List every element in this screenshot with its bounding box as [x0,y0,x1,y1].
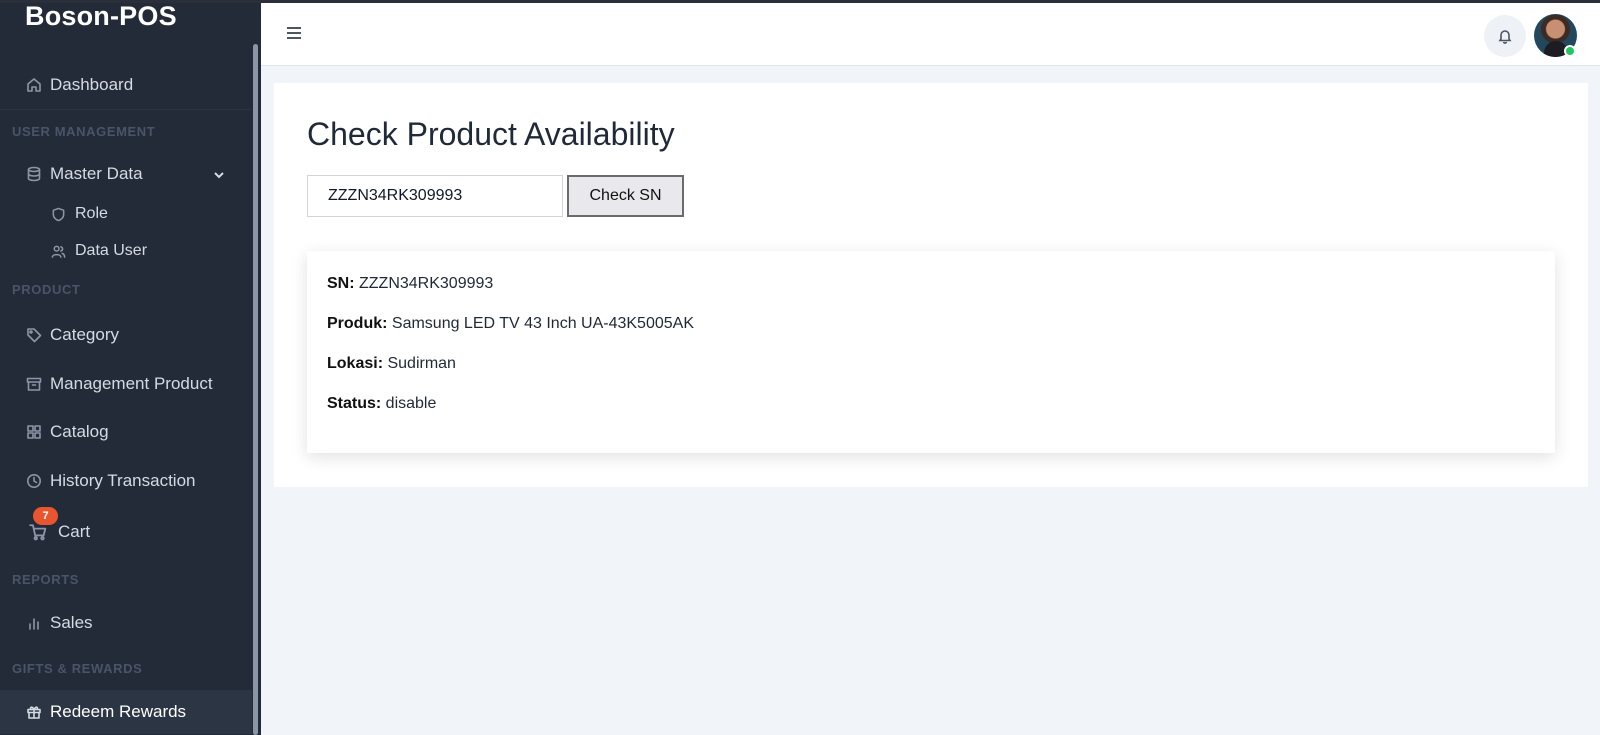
top-border [0,0,1600,3]
sidebar-item-catalog[interactable]: Catalog [0,410,252,454]
main-card: Check Product Availability Check SN SN: … [274,83,1588,487]
sidebar-item-label: Management Product [50,374,213,393]
gift-icon [25,704,42,721]
location-label: Lokasi: [327,355,388,372]
archive-icon [25,376,42,393]
sidebar-item-label: History Transaction [50,471,196,490]
sidebar-item-label: Master Data [50,164,143,183]
sidebar-item-management-product[interactable]: Management Product [0,362,252,406]
status-label: Status: [327,395,386,412]
result-card: SN: ZZZN34RK309993 Produk: Samsung LED T… [307,251,1555,453]
result-product-row: Produk: Samsung LED TV 43 Inch UA-43K500… [327,315,694,333]
menu-icon[interactable] [287,27,301,41]
shield-icon [50,206,67,223]
sidebar-item-master-data[interactable]: Master Data [0,152,252,196]
sidebar-item-redeem-rewards[interactable]: Redeem Rewards [0,690,252,734]
sn-input[interactable] [307,175,563,217]
sidebar-item-category[interactable]: Category [0,313,252,357]
sidebar-item-label: Redeem Rewards [50,702,187,721]
sidebar-item-history-transaction[interactable]: History Transaction [0,459,252,503]
product-value: Samsung LED TV 43 Inch UA-43K5005AK [391,315,694,332]
status-value: disable [385,395,437,412]
home-icon [25,77,42,94]
result-sn-row: SN: ZZZN34RK309993 [327,275,493,293]
check-sn-button[interactable]: Check SN [567,175,684,217]
users-icon [50,243,67,260]
page-title: Check Product Availability [307,116,675,152]
sidebar-item-label: Role [75,205,108,222]
divider [0,109,252,110]
cart-icon [25,524,51,541]
section-reports: REPORTS [12,572,80,587]
sn-value: ZZZN34RK309993 [359,275,494,292]
sidebar-item-label: Catalog [50,422,109,441]
section-user-management: USER MANAGEMENT [12,124,156,139]
database-icon [25,166,42,183]
top-header [261,3,1600,66]
sidebar-item-label: Data User [75,242,148,259]
chevron-down-icon[interactable] [212,167,226,181]
bell-icon [1497,28,1513,44]
product-label: Produk: [327,315,392,332]
section-gifts-rewards: GIFTS & REWARDS [12,661,143,676]
bar-chart-icon [25,615,42,632]
brand-logo[interactable]: Boson-POS [25,1,177,32]
result-location-row: Lokasi: Sudirman [327,355,456,373]
sidebar-item-sales[interactable]: Sales [0,601,252,645]
sidebar: Boson-POS Dashboard USER MANAGEMENT Mast… [0,0,261,735]
notifications-button[interactable] [1484,15,1526,57]
clock-icon [25,473,42,490]
tag-icon [25,327,42,344]
sidebar-item-label: Category [50,325,119,344]
sidebar-item-dashboard[interactable]: Dashboard [0,63,252,107]
grid-icon [25,424,42,441]
section-product: PRODUCT [12,282,81,297]
online-status-indicator [1564,45,1576,57]
sidebar-item-data-user[interactable]: Data User [0,233,252,269]
sidebar-item-role[interactable]: Role [0,196,252,232]
sidebar-item-label: Dashboard [50,75,134,94]
cart-count-badge: 7 [33,507,58,525]
sn-label: SN: [327,275,359,292]
sidebar-item-label: Sales [50,613,93,632]
result-status-row: Status: disable [327,395,436,413]
sidebar-item-label: Cart [58,522,91,541]
sidebar-scrollbar[interactable] [253,44,258,735]
location-value: Sudirman [387,355,456,372]
